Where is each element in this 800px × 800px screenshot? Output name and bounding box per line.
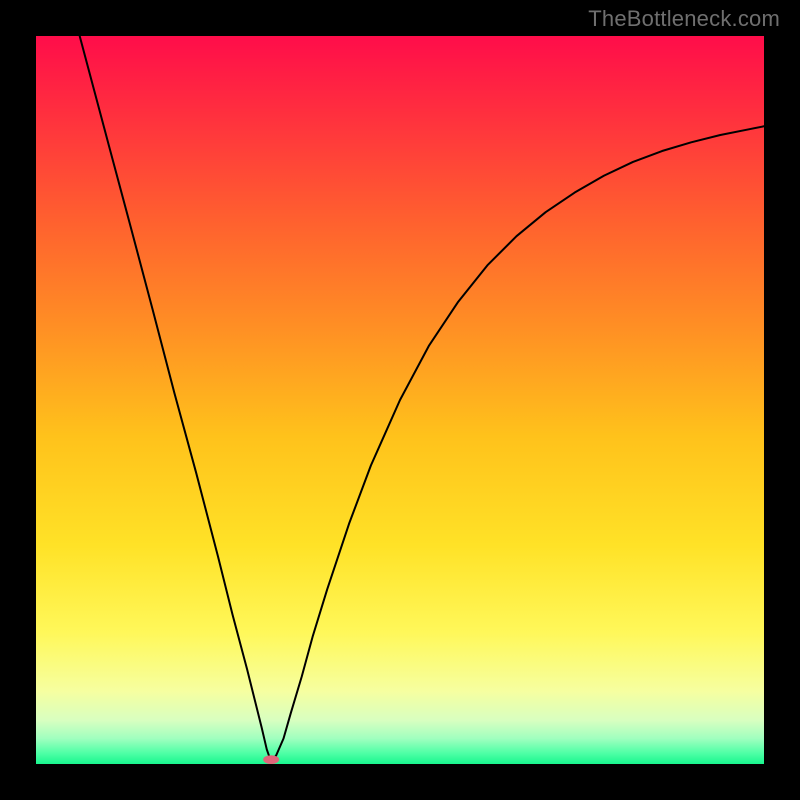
chart-svg [36,36,764,764]
chart-frame: TheBottleneck.com [0,0,800,800]
plot-area [36,36,764,764]
watermark-text: TheBottleneck.com [588,6,780,32]
optimal-point-marker [263,755,279,764]
